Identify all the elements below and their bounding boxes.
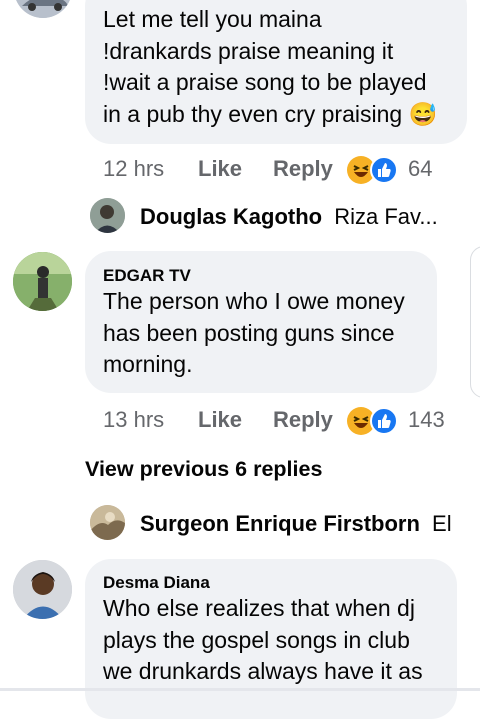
reply-button[interactable]: Reply [273,407,333,432]
comment-text: Who else realizes that when dj plays the… [103,593,455,688]
like-button[interactable]: Like [198,407,242,432]
comment-line: Let me tell you maina [103,6,322,32]
comment-text: Let me tell you maina !drankards praise … [103,4,463,130]
reaction-count: 64 [408,156,433,181]
reply-snippet: Riza Fav... [334,204,438,229]
comment-time[interactable]: 13 hrs [103,407,164,432]
avatar-surgeon[interactable] [90,505,125,540]
like-button[interactable]: Like [198,156,242,181]
avatar-douglas[interactable] [90,198,125,233]
comment-line: has been posting guns since [103,319,395,346]
avatar-edgar-tv[interactable] [13,252,72,311]
like-reaction-icon [370,407,398,435]
reply-button[interactable]: Reply [273,156,333,181]
comment-meta: 12 hrs [103,156,164,182]
avatar-desma[interactable] [13,560,72,619]
comment-author[interactable]: Desma Diana [103,573,210,593]
comment-line: plays the gospel songs in club [103,626,410,653]
view-previous-replies-link[interactable]: View previous 6 replies [85,457,322,482]
comment-line: morning. [103,351,193,377]
reply-author[interactable]: Surgeon Enrique Firstborn [140,511,420,536]
reply-preview[interactable]: Surgeon Enrique Firstborn El [140,511,452,537]
reply-preview[interactable]: Douglas Kagotho Riza Fav... [140,204,438,230]
comment-line: we drunkards always have it as [103,658,423,684]
comment-line: !drankards praise meaning it [103,37,394,64]
reply-author[interactable]: Douglas Kagotho [140,204,322,229]
reaction-count: 143 [408,407,445,432]
car-avatar-image [14,0,72,18]
like-action[interactable]: Like [198,156,242,182]
comment-text: The person who I owe money has been post… [103,286,433,381]
avatar-car[interactable] [14,0,72,18]
comment-line: !wait a praise song to be played [103,69,427,95]
reply-action[interactable]: Reply [273,407,333,433]
comment-line: The person who I owe money [103,288,405,314]
like-action[interactable]: Like [198,407,242,433]
sweat-smile-emoji: 😅 [408,100,438,127]
comment-line: in a pub thy even cry praising 😅 [103,100,438,127]
reply-snippet: El [432,511,452,536]
reply-action[interactable]: Reply [273,156,333,182]
side-card-edge [470,246,480,398]
comment-time[interactable]: 12 hrs [103,156,164,181]
comment-author[interactable]: EDGAR TV [103,266,191,286]
like-reaction-icon [370,156,398,184]
comment-meta: 13 hrs [103,407,164,433]
comment-line: Who else realizes that when dj [103,595,415,621]
